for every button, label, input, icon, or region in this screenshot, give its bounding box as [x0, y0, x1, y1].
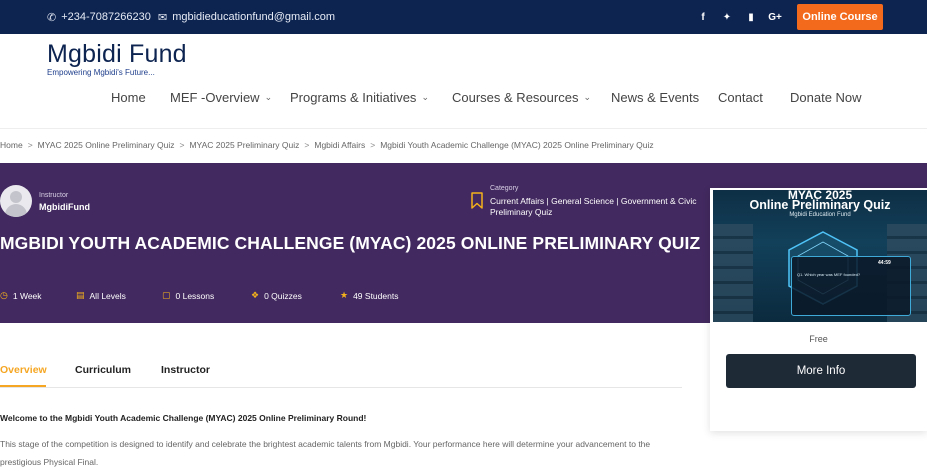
puzzle-icon: ❖ [251, 290, 260, 300]
phone-number: +234-7087266230 [61, 11, 151, 23]
meta-quizzes: ❖ 0 Quizzes [251, 290, 302, 301]
nav-item-label: Programs & Initiatives [290, 90, 417, 105]
nav-item-label: Contact [718, 90, 763, 105]
breadcrumb-item[interactable]: Mgbidi Affairs [314, 140, 365, 150]
tab-curriculum[interactable]: Curriculum [75, 364, 131, 376]
course-price: Free [809, 334, 828, 344]
facebook-icon[interactable]: f [691, 12, 715, 23]
google-plus-icon[interactable]: G+ [763, 12, 787, 23]
youtube-icon[interactable]: ▮ [739, 12, 763, 23]
overview-description: This stage of the competition is designe… [0, 439, 651, 467]
tab-instructor[interactable]: Instructor [161, 364, 210, 376]
overview-heading: Welcome to the Mgbidi Youth Academic Cha… [0, 413, 367, 423]
level-bars-icon: ▤ [76, 290, 85, 300]
meta-quizzes-value: 0 Quizzes [264, 290, 302, 301]
breadcrumb-item[interactable]: MYAC 2025 Preliminary Quiz [189, 140, 299, 150]
avatar-body-shape [5, 204, 27, 217]
course-thumbnail[interactable]: MYAC 2025 Online Preliminary Quiz Mgbidi… [713, 190, 927, 322]
envelope-icon: ✉ [158, 11, 168, 24]
nav-item-courses[interactable]: Courses & Resources ⌄ [452, 90, 591, 105]
email-address: mgbidieducationfund@gmail.com [172, 11, 336, 23]
graduation-cap-icon: ★ [340, 290, 349, 300]
nav-item-programs[interactable]: Programs & Initiatives ⌄ [290, 90, 429, 105]
meta-level: ▤ All Levels [76, 290, 126, 301]
meta-students: ★ 49 Students [340, 290, 398, 301]
course-title: MGBIDI YOUTH ACADEMIC CHALLENGE (MYAC) 2… [0, 233, 701, 253]
thumb-question: Q1. Which year was MEF founded? [797, 272, 861, 277]
avatar-head-shape [10, 191, 22, 203]
online-course-button[interactable]: Online Course [797, 4, 883, 30]
logo-tagline: Empowering Mgbidi's Future... [47, 68, 155, 77]
nav-item-overview[interactable]: MEF -Overview ⌄ [170, 90, 272, 105]
main-nav: Home MEF -Overview ⌄ Programs & Initiati… [0, 90, 927, 108]
chevron-down-icon: ⌄ [264, 92, 273, 102]
nav-item-contact[interactable]: Contact [718, 90, 763, 105]
nav-item-news[interactable]: News & Events [611, 90, 699, 105]
header-divider [0, 128, 927, 129]
logo-title[interactable]: Mgbidi Fund [47, 40, 187, 69]
bookshelf-left [713, 224, 753, 322]
meta-duration: ◷ 1 Week [0, 290, 42, 301]
email-contact[interactable]: ✉ mgbidieducationfund@gmail.com [158, 0, 335, 34]
nav-item-donate[interactable]: Donate Now [790, 90, 862, 105]
instructor-label: Instructor [39, 192, 69, 199]
breadcrumb-separator-icon: > [27, 140, 33, 150]
tab-overview[interactable]: Overview [0, 364, 47, 376]
social-links: f ✦ ▮ G+ [691, 0, 787, 34]
bookmark-icon [471, 192, 483, 209]
breadcrumb-separator-icon: > [179, 140, 185, 150]
nav-item-label: Home [111, 90, 146, 105]
more-info-button[interactable]: More Info [726, 354, 916, 388]
breadcrumb-item[interactable]: Home [0, 140, 23, 150]
lesson-file-icon: ▢ [162, 290, 171, 300]
instructor-avatar[interactable] [0, 185, 32, 217]
nav-item-label: Donate Now [790, 90, 862, 105]
instructor-name[interactable]: MgbidiFund [39, 202, 90, 212]
breadcrumb-current: Mgbidi Youth Academic Challenge (MYAC) 2… [380, 140, 654, 150]
category-value[interactable]: Current Affairs | General Science | Gove… [490, 196, 712, 218]
thumb-title: Online Preliminary Quiz [749, 198, 891, 212]
meta-lessons-value: 0 Lessons [175, 290, 215, 301]
category-label: Category [490, 185, 519, 192]
meta-duration-value: 1 Week [12, 290, 42, 301]
thumb-subtitle: Mgbidi Education Fund [789, 212, 851, 218]
meta-lessons: ▢ 0 Lessons [162, 290, 214, 301]
chevron-down-icon: ⌄ [421, 92, 429, 102]
nav-item-label: MEF -Overview [170, 90, 260, 105]
quiz-screen-graphic [791, 256, 911, 316]
nav-item-label: News & Events [611, 90, 700, 105]
thumb-timer: 44:59 [878, 260, 891, 266]
breadcrumb-item[interactable]: MYAC 2025 Online Preliminary Quiz [38, 140, 175, 150]
tabs-divider [0, 387, 682, 388]
chevron-down-icon: ⌄ [583, 92, 591, 102]
breadcrumb: Home > MYAC 2025 Online Preliminary Quiz > M… [0, 140, 654, 150]
nav-item-home[interactable]: Home [111, 90, 146, 105]
phone-contact[interactable]: ✆ +234-7087266230 [47, 0, 151, 34]
twitter-icon[interactable]: ✦ [715, 12, 739, 23]
meta-level-value: All Levels [89, 290, 126, 301]
nav-item-label: Courses & Resources [452, 90, 579, 105]
breadcrumb-separator-icon: > [304, 140, 310, 150]
phone-icon: ✆ [47, 11, 57, 24]
top-bar: ✆ +234-7087266230 ✉ mgbidieducationfund@… [0, 0, 927, 34]
clock-icon: ◷ [0, 290, 8, 300]
meta-students-value: 49 Students [353, 290, 399, 301]
breadcrumb-separator-icon: > [370, 140, 376, 150]
